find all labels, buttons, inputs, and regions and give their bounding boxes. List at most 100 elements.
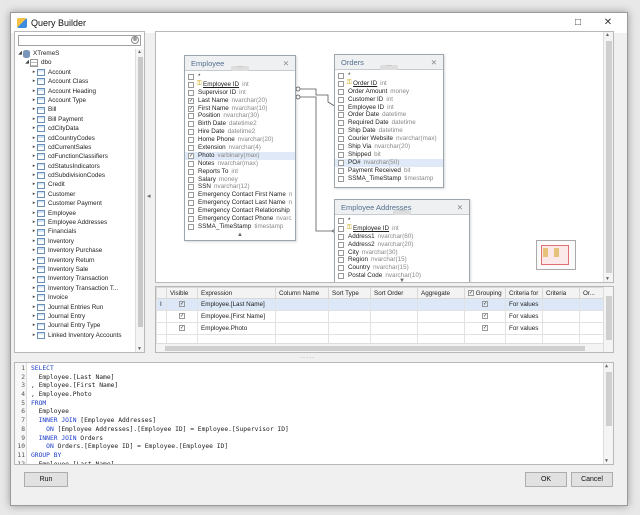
tree-table-item[interactable]: ▸ Financials: [17, 227, 135, 236]
grid-row[interactable]: I ✓ Employee.[Last Name] ✓ For values: [156, 298, 607, 311]
grouping-cell[interactable]: ✓: [464, 322, 506, 335]
field-checkbox[interactable]: [338, 249, 344, 256]
tree-table-item[interactable]: ▸ cdCityData: [17, 124, 135, 133]
sql-line[interactable]: 2 Employee.[Last Name]: [15, 374, 600, 383]
tree-table-item[interactable]: ▸ Invoice: [17, 293, 135, 302]
tree-table-item[interactable]: ▸ Inventory Purchase: [17, 246, 135, 255]
field-checkbox[interactable]: ✓: [188, 105, 194, 112]
table-box-title[interactable]: Employee ✕ ···: [185, 56, 295, 71]
cancel-button[interactable]: Cancel: [571, 472, 613, 487]
field-checkbox[interactable]: [338, 96, 344, 103]
field-row[interactable]: ⚿ Order ID int: [335, 80, 443, 88]
grid-row[interactable]: ✓ Employee.Photo ✓ For values: [156, 322, 607, 335]
field-row[interactable]: *: [335, 217, 469, 225]
sort-type-cell[interactable]: [328, 322, 371, 335]
expression-cell[interactable]: Employee.[First Name]: [197, 310, 276, 323]
tree-table-item[interactable]: ▸ cdSubdivisionCodes: [17, 171, 135, 180]
sql-scroll-thumb[interactable]: [606, 372, 612, 426]
visible-checkbox[interactable]: ✓: [179, 325, 185, 332]
tree-table-item[interactable]: ▸ Account Heading: [17, 87, 135, 96]
tree-scroll-thumb[interactable]: [138, 57, 143, 327]
field-row[interactable]: Ship Via nvarchar(20): [335, 143, 443, 151]
sql-line[interactable]: 1 SELECT: [15, 365, 600, 374]
field-checkbox[interactable]: [188, 121, 194, 128]
field-checkbox[interactable]: [338, 104, 344, 111]
grid-hscroll-thumb[interactable]: [165, 346, 585, 351]
field-checkbox[interactable]: [188, 160, 194, 167]
criteria-cell[interactable]: [542, 298, 580, 311]
table-box[interactable]: Orders ✕ ··· * ⚿ Order ID int Order Amount money…: [334, 54, 444, 188]
tree-table-item[interactable]: ▸ Employee Addresses: [17, 218, 135, 227]
run-button[interactable]: Run: [24, 472, 68, 487]
grouping-checkbox[interactable]: ✓: [482, 325, 488, 332]
field-row[interactable]: ✓ Photo varbinary(max): [185, 151, 295, 160]
table-box-title[interactable]: Employee Addresses ✕ ···: [335, 200, 469, 215]
expression-cell[interactable]: Employee.Photo: [197, 322, 276, 335]
field-row[interactable]: Supervisor ID int: [185, 89, 295, 97]
field-checkbox[interactable]: [338, 120, 344, 127]
field-checkbox[interactable]: [338, 233, 344, 240]
grid-column-header[interactable]: Aggregate: [417, 287, 465, 299]
sort-order-cell[interactable]: [370, 298, 418, 311]
field-row[interactable]: Ship Date datetime: [335, 127, 443, 135]
field-checkbox[interactable]: [338, 88, 344, 95]
field-row[interactable]: Emergency Contact Last Name n: [185, 199, 295, 207]
scroll-up-icon[interactable]: ▲: [605, 32, 610, 38]
grouping-checkbox[interactable]: ✓: [482, 301, 488, 308]
close-table-icon[interactable]: ✕: [431, 55, 437, 70]
field-checkbox[interactable]: [338, 225, 344, 232]
field-row[interactable]: ⚿ Employee ID int: [185, 81, 295, 89]
field-checkbox[interactable]: [188, 144, 194, 151]
tree-table-item[interactable]: ▸ Journal Entry: [17, 312, 135, 321]
field-checkbox[interactable]: ✓: [188, 97, 194, 104]
sort-order-cell[interactable]: [370, 322, 418, 335]
grid-vertical-scrollbar[interactable]: [603, 287, 613, 352]
field-checkbox[interactable]: [188, 176, 194, 183]
field-checkbox[interactable]: [338, 151, 344, 158]
grid-column-header[interactable]: ✓ Grouping: [464, 287, 506, 299]
sql-line[interactable]: 6 Employee: [15, 408, 600, 417]
table-box-title[interactable]: Orders ✕ ···: [335, 55, 443, 70]
field-row[interactable]: Country nvarchar(15): [335, 264, 469, 272]
tree-search-input[interactable]: ⊗: [18, 35, 141, 46]
grid-horizontal-scrollbar[interactable]: [156, 343, 603, 352]
sort-type-cell[interactable]: [328, 310, 371, 323]
field-row[interactable]: Payment Received bit: [335, 167, 443, 175]
field-row[interactable]: Customer ID int: [335, 96, 443, 104]
diagram-scrollbar[interactable]: ▲ ▼: [603, 32, 613, 282]
field-checkbox[interactable]: ✓: [188, 152, 194, 159]
column-name-cell[interactable]: [275, 298, 329, 311]
table-menu-icon[interactable]: ···: [231, 64, 249, 71]
field-row[interactable]: Emergency Contact Phone nvarc: [185, 215, 295, 223]
field-checkbox[interactable]: [188, 200, 194, 207]
sql-line[interactable]: 5 FROM: [15, 400, 600, 409]
table-box[interactable]: Employee ✕ ··· * ⚿ Employee ID int Supervisor I…: [184, 55, 296, 241]
sql-text[interactable]: 1 SELECT 2 Employee.[Last Name] 3, Employee…: [15, 365, 600, 464]
close-window-button[interactable]: ✕: [595, 15, 621, 31]
field-checkbox[interactable]: [338, 128, 344, 135]
field-checkbox[interactable]: [188, 129, 194, 136]
field-row[interactable]: Salary money: [185, 176, 295, 184]
table-menu-icon[interactable]: ···: [380, 63, 398, 70]
tree-server-node[interactable]: ◢ XTremeS: [17, 49, 135, 58]
grouping-checkbox[interactable]: ✓: [468, 289, 474, 296]
field-row[interactable]: Order Date datetime: [335, 111, 443, 119]
field-checkbox[interactable]: [338, 265, 344, 272]
field-row[interactable]: Employee ID int: [335, 104, 443, 112]
field-row[interactable]: SSMA_TimeStamp timestamp: [335, 175, 443, 183]
field-checkbox[interactable]: [188, 81, 194, 88]
field-row[interactable]: Order Amount money: [335, 88, 443, 96]
tree-table-item[interactable]: ▸ Journal Entry Type: [17, 321, 135, 330]
field-checkbox[interactable]: [188, 184, 194, 191]
field-row[interactable]: ⚿ Employee ID int: [335, 225, 469, 233]
field-row[interactable]: ✓ First Name nvarchar(10): [185, 105, 295, 113]
field-row[interactable]: Shipped bit: [335, 151, 443, 159]
field-checkbox[interactable]: [188, 73, 194, 80]
criteria-for-cell[interactable]: For values: [505, 298, 543, 311]
tree-table-item[interactable]: ▸ Bill Payment: [17, 115, 135, 124]
tree-schema-node[interactable]: ◢ dbo: [17, 58, 135, 68]
scroll-up-icon[interactable]: ▲: [185, 231, 295, 239]
tree-table-item[interactable]: ▸ Credit: [17, 180, 135, 189]
field-checkbox[interactable]: [338, 217, 344, 224]
field-row[interactable]: Notes nvarchar(max): [185, 160, 295, 168]
